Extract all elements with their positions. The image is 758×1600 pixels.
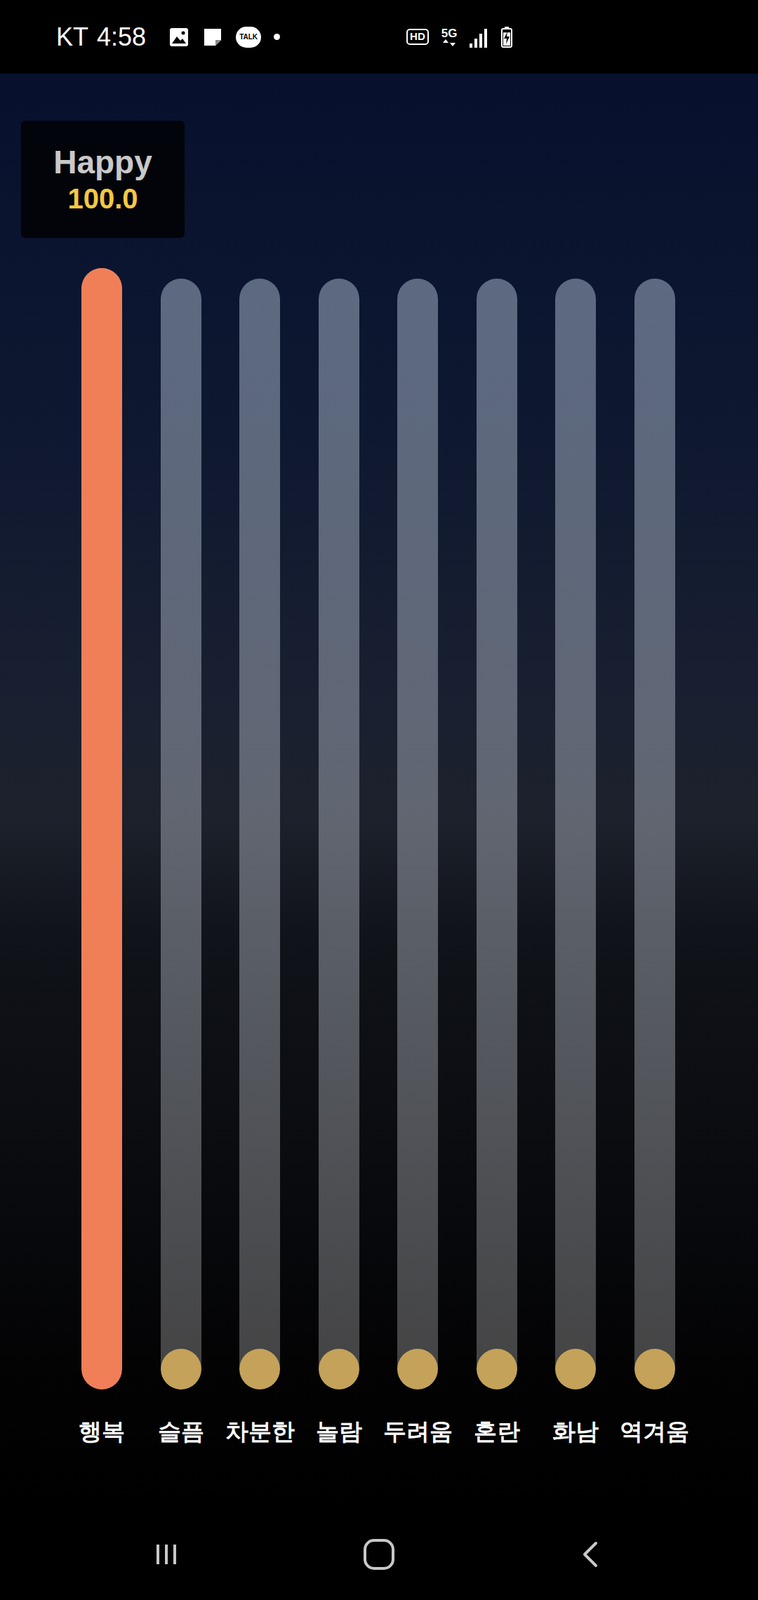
slider-knob[interactable]: [318, 1348, 360, 1390]
slider-track[interactable]: [555, 278, 596, 1390]
readout-value: 100.0: [67, 182, 138, 215]
hd-voice-badge: HD: [406, 28, 429, 45]
emotion-slider: 슬픔: [141, 278, 222, 1446]
emotion-slider: 역겨움: [615, 278, 695, 1446]
back-icon: [576, 1539, 608, 1571]
slider-knob[interactable]: [397, 1348, 438, 1390]
emotion-readout: Happy100.0: [21, 120, 185, 238]
emotion-screen: KT4:58 TALK HD 5G Happy100.0 행복 슬픔 차분한 놀람 두려움 혼란 화남…: [0, 0, 758, 1600]
slider-track[interactable]: [476, 278, 518, 1390]
nav-bar: [0, 1508, 758, 1600]
emotion-slider: 화남: [536, 278, 616, 1446]
background-photo: Happy100.0 행복 슬픔 차분한 놀람 두려움 혼란 화남 역겨움: [0, 73, 758, 1509]
slider-label: 행복: [78, 1417, 125, 1446]
data-arrows-icon: [442, 39, 457, 47]
home-icon: [361, 1537, 397, 1573]
slider-label: 혼란: [473, 1417, 521, 1446]
slider-track[interactable]: [318, 278, 360, 1390]
talk-icon: TALK: [235, 26, 262, 48]
slider-label: 놀람: [315, 1417, 363, 1446]
carrier: KT: [56, 22, 89, 52]
slider-track[interactable]: [81, 268, 123, 1390]
emotion-slider: 행복: [62, 268, 142, 1446]
emotion-slider: 놀람: [299, 278, 379, 1446]
slider-knob[interactable]: [476, 1348, 518, 1390]
emotion-slider: 혼란: [457, 278, 537, 1446]
readout-title: Happy: [53, 143, 153, 182]
more-notifications-dot: [273, 33, 281, 41]
slider-knob[interactable]: [555, 1348, 596, 1390]
carrier-time: KT4:58: [56, 22, 146, 52]
home-button[interactable]: [336, 1523, 422, 1587]
emotion-slider: 두려움: [378, 278, 458, 1446]
slider-row: 행복 슬픔 차분한 놀람 두려움 혼란 화남 역겨움: [0, 268, 758, 1446]
slider-label: 화남: [552, 1417, 599, 1446]
slider-label: 두려움: [383, 1417, 453, 1446]
battery-icon: [500, 25, 514, 49]
slider-knob[interactable]: [160, 1348, 202, 1390]
gallery-icon: [168, 26, 190, 48]
back-button[interactable]: [549, 1523, 634, 1587]
slider-track[interactable]: [634, 278, 676, 1390]
slider-label: 차분한: [225, 1417, 295, 1446]
slider-label: 슬픔: [157, 1417, 205, 1446]
network-type: 5G: [441, 27, 458, 47]
note-icon: [202, 26, 224, 48]
slider-track[interactable]: [239, 278, 281, 1390]
recents-button[interactable]: [124, 1523, 209, 1587]
signal-icon: [469, 26, 488, 48]
emotion-slider: 차분한: [220, 278, 300, 1446]
slider-knob[interactable]: [634, 1348, 676, 1390]
status-left: KT4:58 TALK: [56, 22, 281, 52]
clock: 4:58: [96, 22, 146, 52]
talk-label: TALK: [239, 33, 258, 41]
recents-icon: [150, 1539, 182, 1571]
slider-knob[interactable]: [239, 1348, 281, 1390]
status-right: HD 5G: [406, 25, 514, 49]
slider-fill: [81, 268, 123, 1390]
slider-track[interactable]: [397, 278, 438, 1390]
slider-label: 역겨움: [619, 1417, 690, 1446]
slider-knob[interactable]: [81, 268, 123, 309]
status-bar: KT4:58 TALK HD 5G: [0, 0, 758, 74]
slider-track[interactable]: [160, 278, 202, 1390]
